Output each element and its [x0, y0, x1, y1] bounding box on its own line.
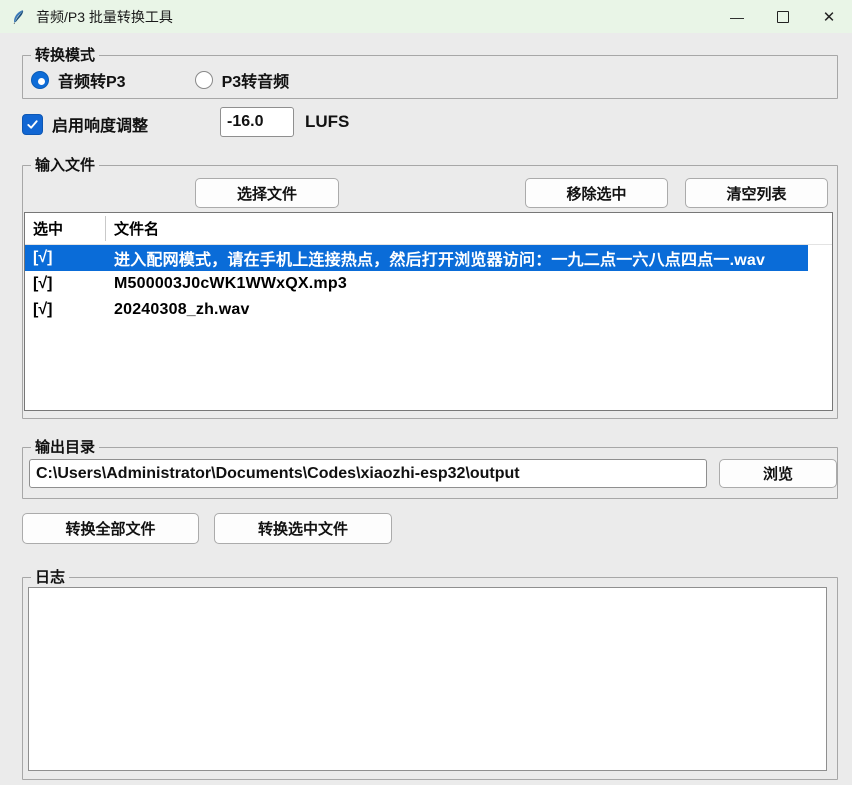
radio-p3-to-audio[interactable]: P3转音频 — [195, 68, 290, 92]
log-groupbox: 日志 — [22, 577, 838, 780]
radio-audio-to-p3[interactable]: 音频转P3 — [31, 68, 126, 92]
minimize-icon: — — [730, 9, 744, 25]
output-dir-groupbox: 输出目录 浏览 — [22, 447, 838, 499]
mode-groupbox: 转换模式 音频转P3 P3转音频 — [22, 55, 838, 99]
table-row[interactable]: [√] 进入配网模式，请在手机上连接热点，然后打开浏览器访问：一九二点一六八点四… — [25, 245, 808, 271]
header-filename-column[interactable]: 文件名 — [114, 213, 159, 244]
row-filename-cell: 20240308_zh.wav — [114, 301, 250, 319]
row-check-cell: [√] — [33, 301, 52, 319]
mode-groupbox-label: 转换模式 — [31, 46, 99, 65]
lufs-unit-label: LUFS — [305, 112, 349, 132]
close-icon: ✕ — [823, 8, 836, 26]
input-files-groupbox-label: 输入文件 — [31, 156, 99, 175]
loudness-checkbox[interactable] — [22, 114, 43, 135]
input-files-groupbox: 输入文件 选择文件 移除选中 清空列表 选中 文件名 [√] 进入配网模式，请在… — [22, 165, 838, 419]
table-row[interactable]: [√] M500003J0cWK1WWxQX.mp3 — [25, 271, 832, 297]
browse-button-label: 浏览 — [763, 463, 793, 484]
titlebar: 音频/P3 批量转换工具 — ✕ — [0, 0, 852, 33]
python-feather-icon — [11, 9, 27, 25]
maximize-icon — [777, 11, 789, 23]
window-title: 音频/P3 批量转换工具 — [36, 7, 173, 27]
row-check-cell: [√] — [33, 249, 52, 267]
file-table-header: 选中 文件名 — [25, 213, 832, 245]
loudness-row: 启用响度调整 — [22, 109, 148, 139]
select-files-button[interactable]: 选择文件 — [195, 178, 339, 208]
browse-button[interactable]: 浏览 — [719, 459, 837, 488]
radio-audio-to-p3-label: 音频转P3 — [58, 68, 126, 92]
maximize-button[interactable] — [760, 0, 806, 33]
output-dir-groupbox-label: 输出目录 — [31, 438, 99, 457]
convert-selected-button[interactable]: 转换选中文件 — [214, 513, 392, 544]
radio-selected-icon — [31, 71, 49, 89]
close-button[interactable]: ✕ — [806, 0, 852, 33]
row-check-cell: [√] — [33, 275, 52, 293]
convert-selected-button-label: 转换选中文件 — [258, 518, 348, 539]
select-files-button-label: 选择文件 — [237, 183, 297, 204]
check-icon — [26, 118, 39, 131]
log-textarea[interactable] — [28, 587, 827, 771]
minimize-button[interactable]: — — [714, 0, 760, 33]
output-path-input[interactable] — [29, 459, 707, 488]
column-separator — [105, 216, 106, 241]
remove-selected-button-label: 移除选中 — [566, 183, 626, 204]
radio-p3-to-audio-label: P3转音频 — [222, 68, 290, 92]
convert-all-button-label: 转换全部文件 — [65, 518, 155, 539]
convert-all-button[interactable]: 转换全部文件 — [22, 513, 199, 544]
log-groupbox-label: 日志 — [31, 568, 69, 587]
row-filename-cell: M500003J0cWK1WWxQX.mp3 — [114, 275, 347, 293]
lufs-input[interactable] — [220, 107, 294, 137]
table-row[interactable]: [√] 20240308_zh.wav — [25, 297, 832, 323]
header-checked-column[interactable]: 选中 — [33, 213, 97, 244]
remove-selected-button[interactable]: 移除选中 — [525, 178, 668, 208]
loudness-checkbox-label: 启用响度调整 — [52, 112, 148, 136]
clear-list-button[interactable]: 清空列表 — [685, 178, 828, 208]
row-filename-cell: 进入配网模式，请在手机上连接热点，然后打开浏览器访问：一九二点一六八点四点一.w… — [114, 246, 765, 270]
radio-unselected-icon — [195, 71, 213, 89]
file-table: 选中 文件名 [√] 进入配网模式，请在手机上连接热点，然后打开浏览器访问：一九… — [24, 212, 833, 411]
clear-list-button-label: 清空列表 — [726, 183, 786, 204]
